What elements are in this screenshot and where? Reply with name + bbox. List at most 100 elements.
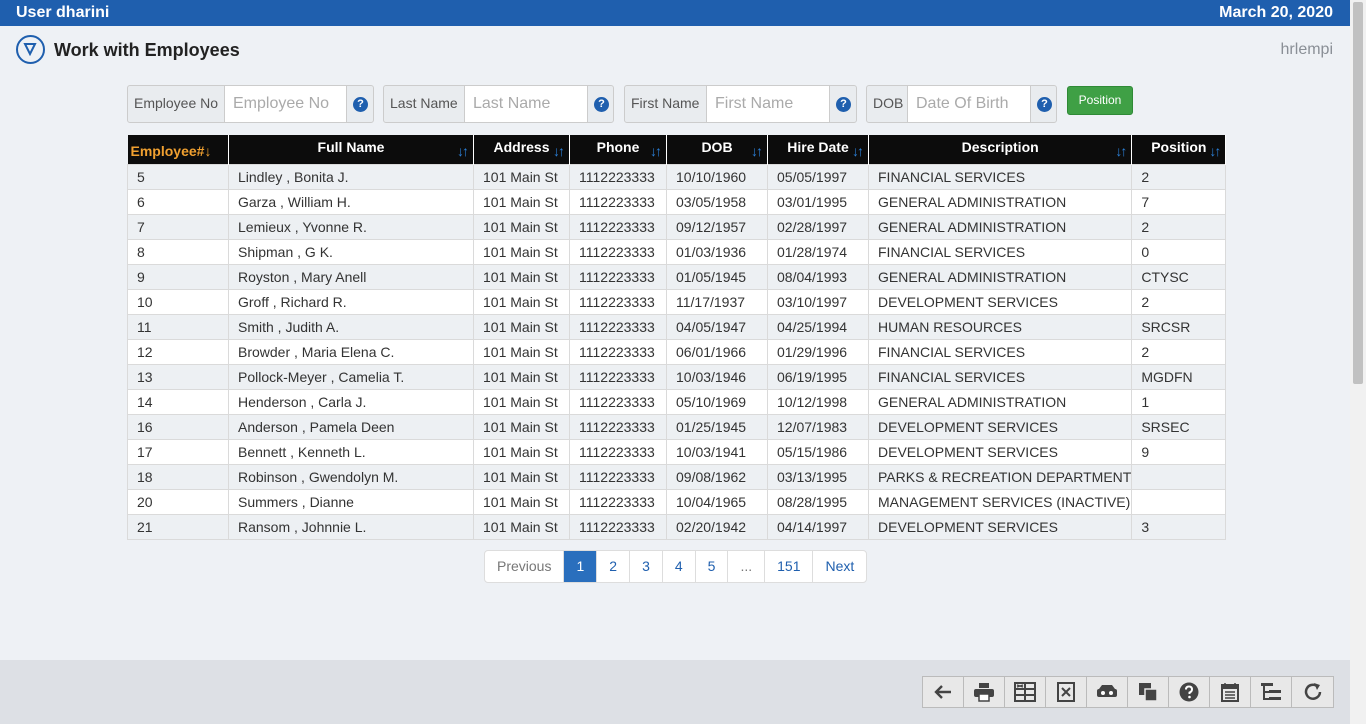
page-button[interactable]: 1 [564,551,598,582]
table-cell: SRCSR [1131,313,1227,340]
table-row[interactable]: 13 Pollock-Meyer , Camelia T. 101 Main St 1… [127,363,1227,390]
table-cell: 101 Main St [473,313,570,340]
table-cell: 10/04/1965 [666,488,768,515]
table-row[interactable]: 10 Groff , Richard R. 101 Main St 111222333… [127,288,1227,315]
previous-page-button[interactable]: Previous [485,551,565,582]
vertical-scrollbar[interactable] [1350,0,1366,724]
filter-first-name: First Name ? [624,85,857,123]
table-row[interactable]: 17 Bennett , Kenneth L. 101 Main St 1112223… [127,438,1227,465]
table-row[interactable]: 18 Robinson , Gwendolyn M. 101 Main St 1112… [127,463,1227,490]
table-row[interactable]: 8 Shipman , G K. 101 Main St 1112223333 01/0… [127,238,1227,265]
dob-input[interactable] [907,85,1031,123]
page-title: Work with Employees [54,40,240,60]
print-icon[interactable] [964,677,1005,707]
table-row[interactable]: 7 Lemieux , Yvonne R. 101 Main St 111222333… [127,213,1227,240]
sort-icon[interactable]: ↓↑ [852,143,864,159]
column-header-phone[interactable]: Phone ↓↑ [569,135,667,164]
sort-icon[interactable]: ↓↑ [650,143,662,159]
table-cell: 101 Main St [473,513,570,540]
table-cell: 101 Main St [473,338,570,365]
help-icon[interactable]: ? [836,97,851,112]
spreadsheet-icon[interactable] [1005,677,1046,707]
title-bar: Work with Employees hrlempi [0,26,1350,72]
column-header-position[interactable]: Position ↓↑ [1131,135,1227,164]
column-header-employee-no[interactable]: Employee#↓ [127,135,229,164]
table-cell: 101 Main St [473,238,570,265]
filter-label: First Name [631,95,700,111]
hierarchy-icon[interactable] [1251,677,1292,707]
copy-windows-icon[interactable] [1128,677,1169,707]
column-header-label: Employee# [130,143,205,159]
excel-icon[interactable] [1046,677,1087,707]
table-cell: 1112223333 [569,488,667,515]
filter-employee-no: Employee No ? [127,85,374,123]
table-cell: DEVELOPMENT SERVICES [867,413,1133,440]
page-button[interactable]: 2 [597,551,631,582]
table-cell: 101 Main St [473,213,570,240]
table-row[interactable]: 20 Summers , Dianne 101 Main St 1112223333 1… [127,488,1227,515]
table-cell: 1112223333 [569,388,667,415]
table-cell: MGDFN [1131,363,1227,390]
program-name: hrlempi [1280,41,1333,58]
column-header-full-name[interactable]: Full Name ↓↑ [228,135,474,164]
column-header-label: Phone [596,139,640,155]
position-button[interactable]: Position [1067,86,1133,115]
table-cell: Royston , Mary Anell [228,263,474,290]
sort-desc-icon[interactable]: ↓ [204,143,211,159]
table-cell: Smith , Judith A. [228,313,474,340]
table-cell: 101 Main St [473,388,570,415]
scrollbar-thumb[interactable] [1353,2,1363,384]
sort-icon[interactable]: ↓↑ [553,143,565,159]
table-cell: 04/14/1997 [767,513,869,540]
sort-icon[interactable]: ↓↑ [1209,143,1221,159]
table-cell: 1112223333 [569,163,667,190]
table-cell: 03/05/1958 [666,188,768,215]
page-button[interactable]: 5 [696,551,729,582]
page-button[interactable]: 3 [630,551,663,582]
column-header-dob[interactable]: DOB ↓↑ [666,135,768,164]
table-row[interactable]: 11 Smith , Judith A. 101 Main St 1112223333… [127,313,1227,340]
table-cell: 03/10/1997 [767,288,869,315]
sort-icon[interactable]: ↓↑ [1115,143,1127,159]
help-icon[interactable]: ? [1037,97,1052,112]
help-icon[interactable]: ? [594,97,609,112]
table-cell: 101 Main St [473,438,570,465]
column-header-hire-date[interactable]: Hire Date ↓↑ [767,135,869,164]
table-cell: GENERAL ADMINISTRATION [867,263,1133,290]
employee-no-input[interactable] [224,85,347,123]
table-cell: 14 [127,388,229,415]
page-button[interactable]: 4 [663,551,696,582]
table-cell: Garza , William H. [228,188,474,215]
top-bar: User dharini March 20, 2020 [0,0,1350,26]
subfile-icon[interactable] [1087,677,1128,707]
sort-icon[interactable]: ↓↑ [457,143,469,159]
last-name-input[interactable] [464,85,588,123]
table-row[interactable]: 14 Henderson , Carla J. 101 Main St 1112223… [127,388,1227,415]
help-icon[interactable]: ? [353,97,368,112]
app-logo-icon[interactable] [16,35,45,64]
column-header-description[interactable]: Description ↓↑ [868,135,1133,164]
help-circle-icon[interactable] [1169,677,1210,707]
table-cell: 7 [1131,188,1227,215]
table-cell: 12/07/1983 [767,413,869,440]
calendar-icon[interactable] [1210,677,1251,707]
table-cell: 1112223333 [569,413,667,440]
table-row[interactable]: 12 Browder , Maria Elena C. 101 Main St 111… [127,338,1227,365]
next-page-button[interactable]: Next [813,551,866,582]
table-cell: 06/01/1966 [666,338,768,365]
sort-icon[interactable]: ↓↑ [751,143,763,159]
refresh-icon[interactable] [1292,677,1333,707]
table-row[interactable]: 9 Royston , Mary Anell 101 Main St 11122233… [127,263,1227,290]
table-row[interactable]: 6 Garza , William H. 101 Main St 1112223333… [127,188,1227,215]
table-cell: 5 [127,163,229,190]
table-row[interactable]: 21 Ransom , Johnnie L. 101 Main St 11122233… [127,513,1227,540]
column-header-address[interactable]: Address ↓↑ [473,135,570,164]
table-row[interactable]: 5 Lindley , Bonita J. 101 Main St 111222333… [127,163,1227,190]
first-name-input[interactable] [706,85,830,123]
table-cell: Groff , Richard R. [228,288,474,315]
table-row[interactable]: 16 Anderson , Pamela Deen 101 Main St 11122… [127,413,1227,440]
page-button[interactable]: 151 [765,551,814,582]
table-cell: 16 [127,413,229,440]
table-cell: 9 [127,263,229,290]
back-icon[interactable] [923,677,964,707]
